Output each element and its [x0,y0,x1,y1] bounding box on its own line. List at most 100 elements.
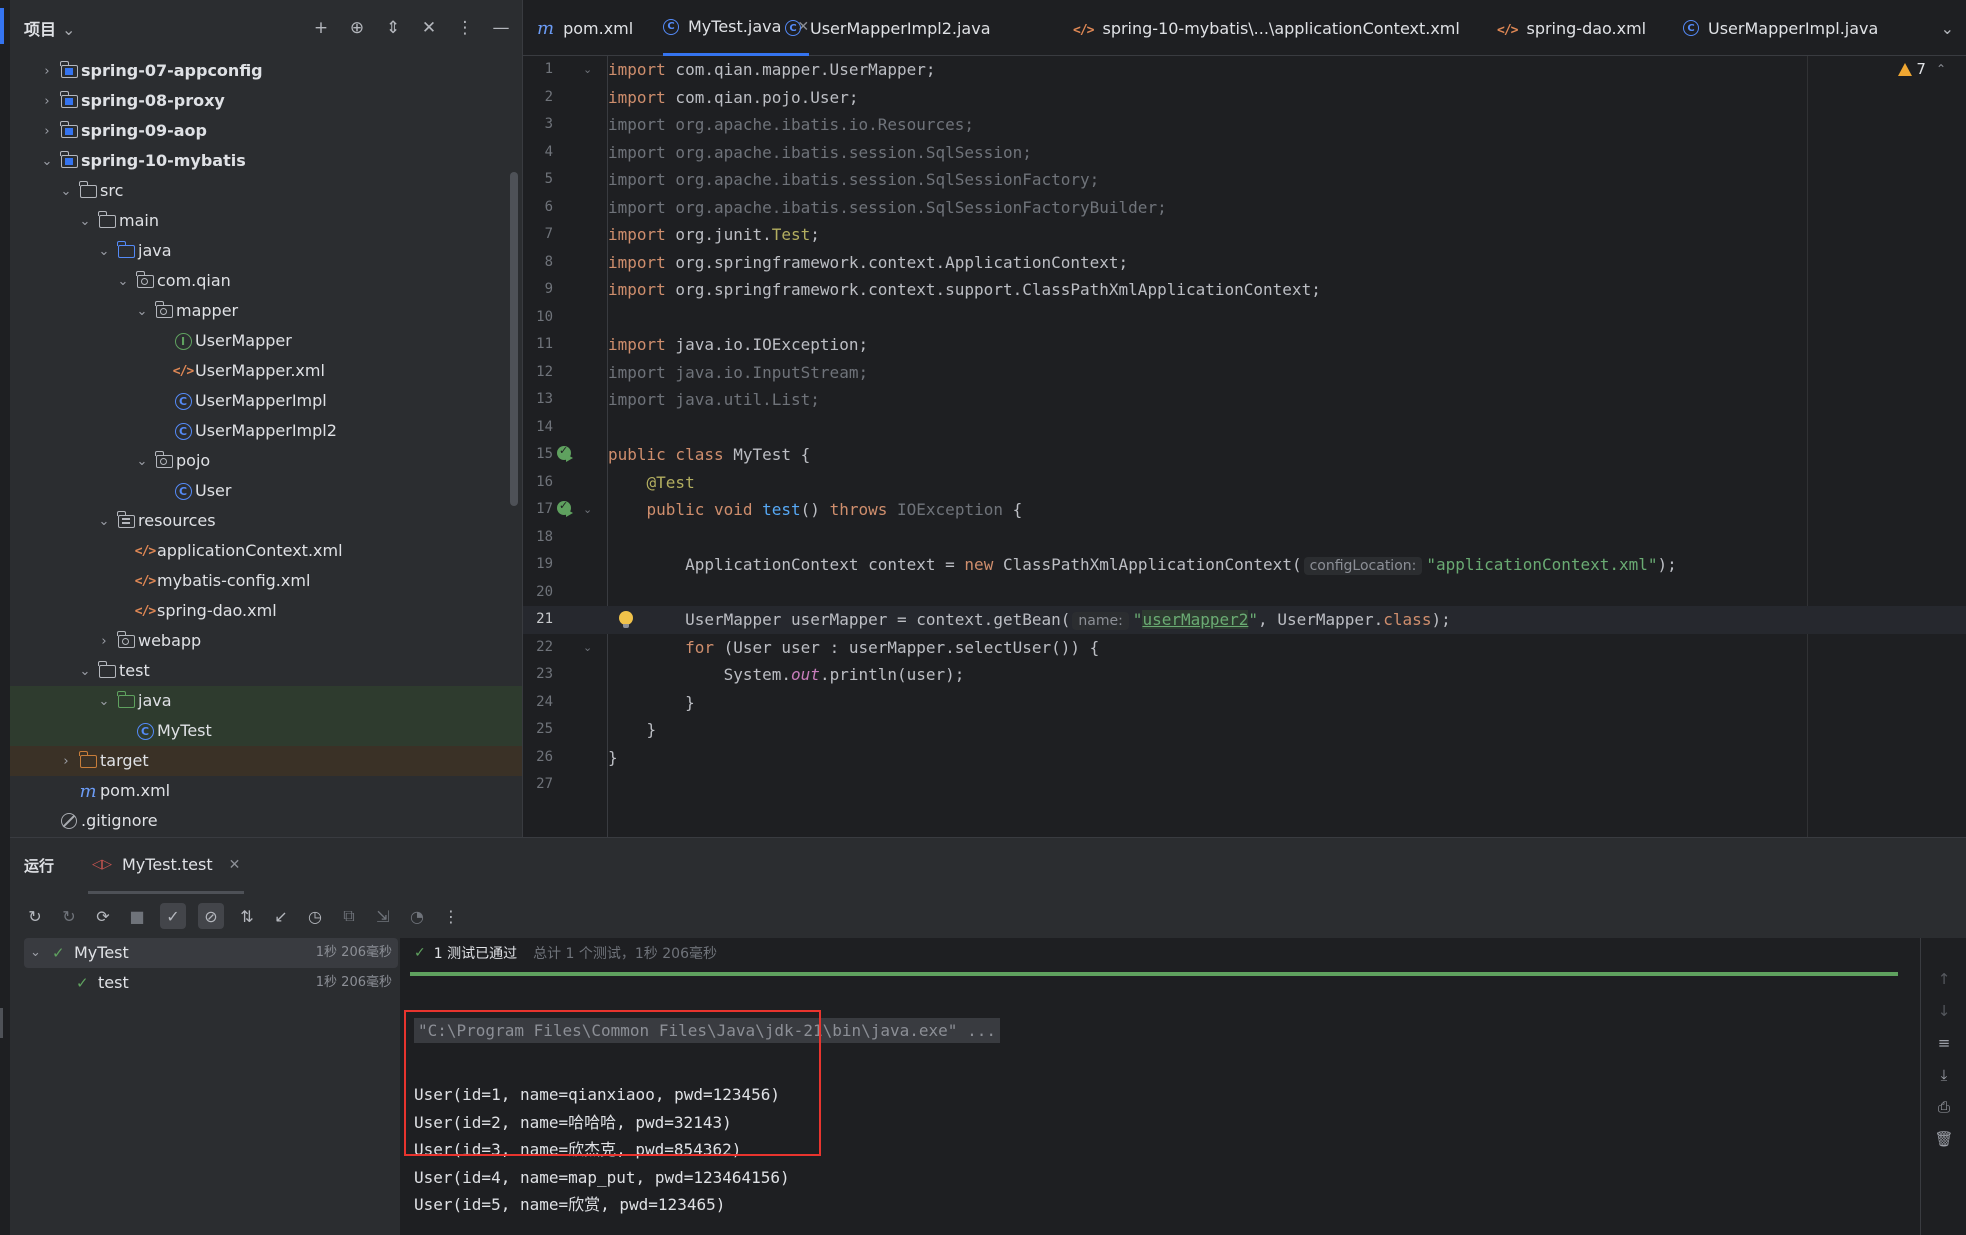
line-number[interactable]: 15 [523,441,553,469]
arrow-down-icon[interactable]: ↓ [1933,1000,1955,1022]
tree-item--gitignore[interactable]: .gitignore [10,806,522,836]
line-number[interactable]: 14 [523,414,553,442]
line-number[interactable]: 20 [523,579,553,607]
close-icon[interactable]: ✕ [229,857,241,873]
chevron-down-icon[interactable]: ⌄ [135,446,149,476]
run-test-icon[interactable] [557,499,575,519]
toggle-auto-test-icon[interactable]: ⟳ [92,905,114,927]
code-text[interactable]: import org.junit.Test; [608,221,820,249]
line-number[interactable]: 11 [523,331,553,359]
expand-all-icon[interactable]: ⇕ [382,17,404,39]
code-text[interactable]: } [608,716,657,744]
line-number[interactable]: 19 [523,551,553,579]
line-number[interactable]: 4 [523,139,553,167]
scroll-to-end-icon[interactable]: ⤓ [1933,1064,1955,1086]
print-icon[interactable]: ⎙ [1933,1096,1955,1118]
code-text[interactable]: import java.io.IOException; [608,331,868,359]
tree-item-pojo[interactable]: ⌄ pojo [10,446,522,476]
tree-item-usermapperimpl2[interactable]: C UserMapperImpl2 [10,416,522,446]
line-number[interactable]: 27 [523,771,553,799]
line-number[interactable]: 5 [523,166,553,194]
tree-item-usermapper[interactable]: I UserMapper [10,326,522,356]
tree-item-target[interactable]: › target [10,746,522,776]
tree-item-spring-dao-xml[interactable]: </> spring-dao.xml [10,596,522,626]
tree-item-applicationcontext-xml[interactable]: </> applicationContext.xml [10,536,522,566]
chevron-right-icon[interactable]: › [97,626,111,656]
show-ignored-icon[interactable]: ⊘ [198,903,224,929]
code-text[interactable]: } [608,744,618,772]
code-text[interactable]: import org.apache.ibatis.io.Resources; [608,111,974,139]
locate-icon[interactable]: ⊕ [346,17,368,39]
line-number[interactable]: 23 [523,661,553,689]
line-number[interactable]: 7 [523,221,553,249]
arrow-up-icon[interactable]: ↑ [1933,968,1955,990]
line-number[interactable]: 1 [523,56,553,84]
line-number[interactable]: 13 [523,386,553,414]
line-number[interactable]: 6 [523,194,553,222]
tree-item-main[interactable]: ⌄ main [10,206,522,236]
console-line[interactable]: User(id=4, name=map_put, pwd=123464156) [414,1164,1000,1192]
code-text[interactable]: import com.qian.pojo.User; [608,84,858,112]
console-line[interactable]: User(id=5, name=欣赏, pwd=123465) [414,1191,1000,1219]
chevron-down-icon[interactable]: ⌄ [78,656,92,686]
code-editor[interactable]: 1 import com.qian.mapper.UserMapper; 2 impo… [523,56,1966,837]
rerun-failed-icon[interactable]: ↻ [58,905,80,927]
add-icon[interactable]: + [310,17,332,39]
line-number[interactable]: 9 [523,276,553,304]
line-number[interactable]: 16 [523,469,553,497]
line-number[interactable]: 12 [523,359,553,387]
line-number[interactable]: 26 [523,744,553,772]
show-passed-icon[interactable]: ✓ [160,903,186,929]
test-node-mytest[interactable]: ⌄ ✓ MyTest 1秒 206毫秒 [24,938,398,968]
code-text[interactable]: import org.springframework.context.Appli… [608,249,1128,277]
tree-item-mytest[interactable]: C MyTest [10,716,522,746]
code-text[interactable]: for (User user : userMapper.selectUser()… [608,634,1099,662]
tree-item-spring-07-appconfig[interactable]: › spring-07-appconfig [10,56,522,86]
tree-item-java[interactable]: ⌄ java [10,236,522,266]
more-options-icon[interactable]: ⋮ [454,17,476,39]
line-number[interactable]: 24 [523,689,553,717]
tree-item-usermapperimpl[interactable]: C UserMapperImpl [10,386,522,416]
chevron-right-icon[interactable]: › [40,56,54,86]
lightbulb-icon[interactable] [619,611,633,628]
tree-item-resources[interactable]: ⌄ resources [10,506,522,536]
more-options-icon[interactable]: ⋮ [440,905,462,927]
line-number[interactable]: 10 [523,304,553,332]
tree-item-webapp[interactable]: › webapp [10,626,522,656]
line-number[interactable]: 2 [523,84,553,112]
coverage-icon[interactable]: ◔ [406,905,428,927]
chevron-down-icon[interactable]: ⌄ [30,938,41,968]
project-tool-indicator[interactable] [0,8,4,44]
tree-item-spring-08-proxy[interactable]: › spring-08-proxy [10,86,522,116]
tab-pom-xml[interactable]: m pom.xml [537,0,633,56]
line-number[interactable]: 21 [523,606,553,634]
project-tree[interactable]: › spring-07-appconfig › spring-08-proxy › spr… [10,56,522,836]
chevron-right-icon[interactable]: › [40,116,54,146]
tab-spring-dao-xml[interactable]: </> spring-dao.xml [1497,0,1646,56]
hide-panel-icon[interactable]: — [490,17,512,39]
sort-icon[interactable]: ⇅ [236,905,258,927]
stop-icon[interactable]: ■ [126,905,148,927]
tree-item-user[interactable]: C User [10,476,522,506]
fold-icon[interactable]: ⌄ [583,496,592,524]
line-number[interactable]: 18 [523,524,553,552]
collapse-icon[interactable]: ↙ [270,905,292,927]
import-icon[interactable]: ⇲ [372,905,394,927]
code-text[interactable]: ApplicationContext context = new ClassPa… [608,551,1677,581]
chevron-down-icon[interactable]: ⌄ [97,686,111,716]
tree-item-java[interactable]: ⌄ java [10,686,522,716]
collapse-all-icon[interactable]: ✕ [418,17,440,39]
test-node-test[interactable]: ✓ test 1秒 206毫秒 [24,968,398,998]
chevron-down-icon[interactable]: ⌄ [59,176,73,206]
code-text[interactable]: } [608,689,695,717]
tree-item-pom-xml[interactable]: m pom.xml [10,776,522,806]
code-text[interactable]: import org.apache.ibatis.session.SqlSess… [608,194,1167,222]
test-history-icon[interactable]: ◷ [304,905,326,927]
code-text[interactable]: UserMapper userMapper = context.getBean(… [608,606,1451,636]
trash-icon[interactable]: 🗑 [1933,1128,1955,1150]
tree-item-mapper[interactable]: ⌄ mapper [10,296,522,326]
run-tab-mytest[interactable]: ◁▷ MyTest.test ✕ [88,838,245,894]
fold-icon[interactable]: ⌄ [583,634,592,662]
line-number[interactable]: 8 [523,249,553,277]
chevron-down-icon[interactable]: ⌄ [116,266,130,296]
